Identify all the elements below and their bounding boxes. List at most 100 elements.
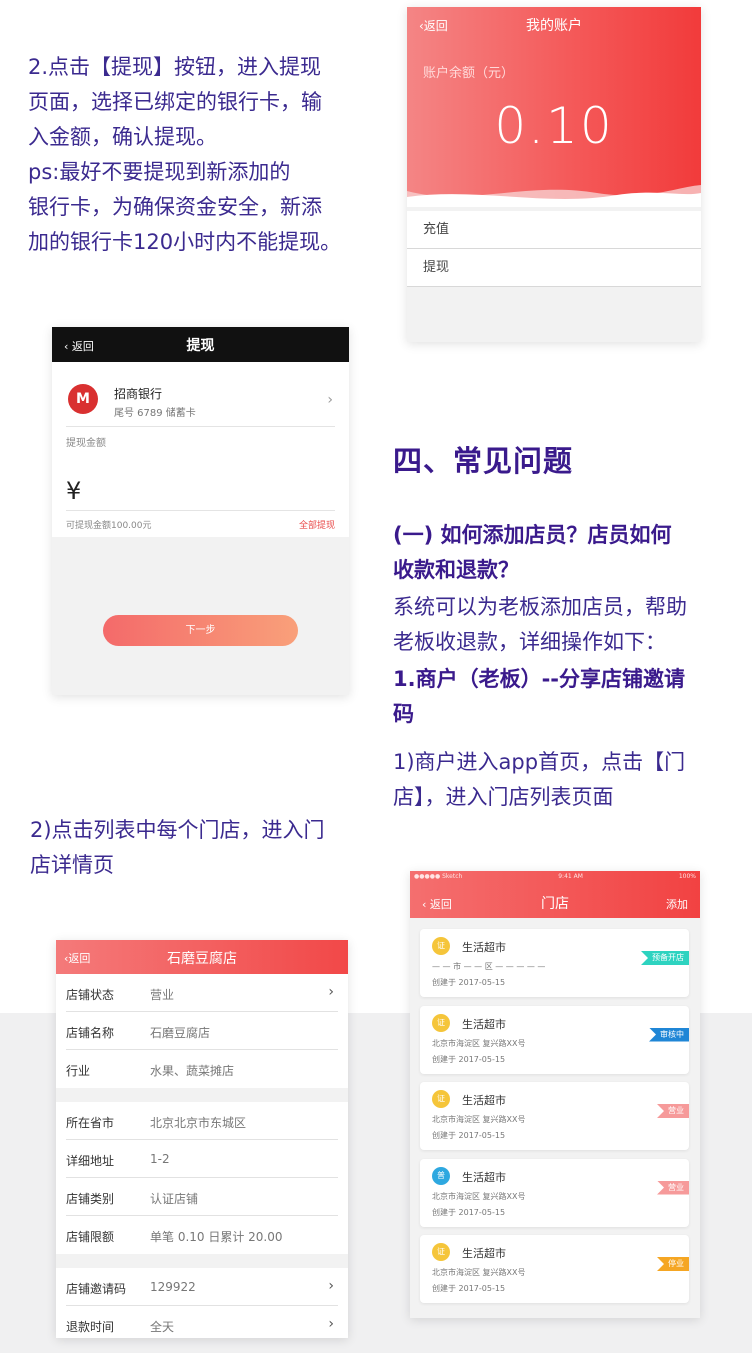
- amount-input[interactable]: ¥: [66, 477, 81, 505]
- store-created-date: 创建于 2017-05-15: [432, 978, 506, 987]
- detail-key: 退款时间: [66, 1320, 115, 1334]
- store-detail-screen: ‹返回 石磨豆腐店 店铺状态 营业 › 店铺名称 石磨豆腐店 行业 水果、蔬菜摊店 所在省市…: [56, 940, 348, 1338]
- card-info: 尾号 6789 储蓄卡: [114, 408, 196, 419]
- withdraw-row[interactable]: 提现: [407, 249, 701, 287]
- withdraw-all-link[interactable]: 全部提现: [299, 518, 335, 531]
- detail-row: 店铺限额 单笔 0.10 日累计 20.00: [66, 1216, 338, 1254]
- account-screen: ‹返回 我的账户 账户余额（元） 0.10 充值 提现: [407, 7, 701, 342]
- detail-group-address: 所在省市 北京北京市东城区详细地址 1-2 店铺类别 认证店铺店铺限额 单笔 0.10 日…: [56, 1102, 348, 1254]
- section-title: 四、常见问题: [393, 444, 574, 478]
- store-card[interactable]: 证生活超市北京市海淀区 复兴路XX号 创建于 2017-05-15 营业: [420, 1082, 689, 1150]
- store-created-date: 创建于 2017-05-15: [432, 1207, 506, 1217]
- detail-row: 行业 水果、蔬菜摊店: [66, 1050, 338, 1088]
- chevron-right-icon[interactable]: ›: [328, 1316, 334, 1332]
- wave-decoration: [407, 185, 701, 207]
- carrier-label: ●●●●● Sketch: [414, 873, 463, 880]
- store-created-date: 创建于 2017-05-15: [432, 1284, 506, 1293]
- store-name: 生活超市: [462, 1247, 506, 1260]
- faq-step1: 1.商户（老板）--分享店铺邀请 码: [393, 662, 733, 732]
- detail-row[interactable]: 店铺邀请码 129922 ›: [66, 1268, 338, 1306]
- store-card[interactable]: 普生活超市北京市海淀区 复兴路XX号 创建于 2017-05-15 营业: [420, 1158, 689, 1227]
- detail-key: 所在省市: [66, 1116, 115, 1130]
- balance-label: 账户余额（元）: [423, 66, 515, 81]
- store-address: 北京市海淀区 复兴路XX号: [432, 1038, 526, 1048]
- status-badge: 营业: [657, 1180, 689, 1195]
- page-title: 门店: [541, 896, 569, 912]
- balance-amount: 0.10: [494, 97, 614, 155]
- divider: [66, 510, 335, 511]
- faq-substep1: 1)商户进入app首页，点击【门 店】，进入门店列表页面: [393, 745, 733, 815]
- detail-value: 全天: [150, 1320, 175, 1334]
- chevron-right-icon[interactable]: ›: [327, 392, 333, 408]
- store-address: — — 市 — — 区 — — — — —: [432, 962, 546, 971]
- store-badge-icon: 普: [432, 1166, 450, 1185]
- text-line: 系统可以为老板添加店员，帮助: [393, 595, 687, 619]
- chevron-right-icon[interactable]: ›: [328, 984, 334, 1000]
- text-line: 店详情页: [30, 853, 114, 877]
- detail-row: 店铺类别 认证店铺: [66, 1178, 338, 1216]
- status-badge: 营业: [657, 1104, 689, 1118]
- status-bar: ●●●●● Sketch 9:41 AM 100%: [414, 873, 696, 880]
- account-header: ‹返回 我的账户 账户余额（元） 0.10: [407, 7, 701, 207]
- text-line: 页面，选择已绑定的银行卡，输: [28, 90, 322, 114]
- store-created-date: 创建于 2017-05-15: [432, 1131, 506, 1140]
- detail-row: 店铺名称 石磨豆腐店: [66, 1012, 338, 1050]
- status-badge: 预备开店: [641, 951, 689, 965]
- text-line: 银行卡，为确保资金安全，新添: [28, 195, 322, 219]
- store-badge-icon: 证: [432, 1090, 450, 1108]
- amount-label: 提现金额: [66, 438, 106, 449]
- text-line: 店】，进入门店列表页面: [393, 785, 614, 809]
- available-amount: 可提现金额100.00元: [66, 521, 152, 531]
- store-address: 北京市海淀区 复兴路XX号: [432, 1115, 526, 1124]
- detail-key: 行业: [66, 1064, 91, 1078]
- status-badge: 停业: [657, 1257, 689, 1271]
- detail-value: 129922: [150, 1280, 196, 1294]
- next-button[interactable]: 下一步: [103, 615, 298, 646]
- detail-row[interactable]: 退款时间 全天 ›: [66, 1306, 338, 1338]
- detail-row: 详细地址 1-2: [66, 1140, 338, 1178]
- detail-key: 店铺限额: [66, 1230, 115, 1244]
- store-card[interactable]: 证生活超市 — — 市 — — 区 — — — — — 创建于 2017-05-15…: [420, 929, 689, 997]
- add-store-button[interactable]: 添加: [666, 896, 688, 912]
- text-line: 码: [393, 702, 414, 726]
- store-card[interactable]: 证生活超市北京市海淀区 复兴路XX号 创建于 2017-05-15 停业: [420, 1235, 689, 1303]
- store-badge-icon: 证: [432, 1243, 450, 1261]
- text-line: ps:最好不要提现到新添加的: [28, 160, 291, 184]
- nav-bar: ‹ 返回 提现: [52, 327, 349, 362]
- store-created-date: 创建于 2017-05-15: [432, 1054, 506, 1064]
- faq-answer: 系统可以为老板添加店员，帮助 老板收退款，详细操作如下：: [393, 590, 733, 660]
- bank-name[interactable]: 招商银行: [114, 385, 162, 402]
- detail-row: 所在省市 北京北京市东城区: [66, 1102, 338, 1140]
- detail-value: 认证店铺: [150, 1192, 199, 1206]
- page-title: 提现: [186, 338, 215, 354]
- detail-value: 北京北京市东城区: [150, 1116, 247, 1130]
- status-badge: 审核中: [649, 1027, 689, 1042]
- page-title: 我的账户: [526, 18, 582, 34]
- text-line: 1.商户（老板）--分享店铺邀请: [393, 667, 686, 691]
- text-line: (一) 如何添加店员？店员如何: [393, 523, 672, 547]
- store-address: 北京市海淀区 复兴路XX号: [432, 1268, 526, 1277]
- nav-bar: ●●●●● Sketch 9:41 AM 100% ‹ 返回 门店 添加: [410, 871, 700, 918]
- detail-key: 店铺状态: [66, 988, 115, 1002]
- withdraw-form: M 招商银行 尾号 6789 储蓄卡 › 提现金额 ¥ 可提现金额100.00元…: [52, 362, 349, 537]
- detail-key: 详细地址: [66, 1154, 115, 1168]
- detail-key: 店铺类别: [66, 1192, 115, 1206]
- recharge-row[interactable]: 充值: [407, 211, 701, 249]
- bank-logo-icon: M: [68, 384, 98, 414]
- detail-row[interactable]: 店铺状态 营业 ›: [66, 974, 338, 1012]
- store-address: 北京市海淀区 复兴路XX号: [432, 1191, 526, 1201]
- store-name: 生活超市: [462, 1094, 506, 1107]
- detail-value: 1-2: [150, 1152, 170, 1166]
- battery-label: 100%: [678, 873, 696, 880]
- store-card[interactable]: 证生活超市 北京市海淀区 复兴路XX号 创建于 2017-05-15 审核中: [420, 1005, 689, 1074]
- chevron-right-icon[interactable]: ›: [328, 1278, 334, 1294]
- store-name: 生活超市: [462, 1170, 506, 1184]
- store-name: 生活超市: [462, 1017, 506, 1031]
- clock: 9:41 AM: [558, 873, 583, 880]
- detail-value: 营业: [150, 988, 175, 1002]
- text-line: 入金额，确认提现。: [28, 125, 217, 149]
- detail-key: 店铺名称: [66, 1026, 115, 1040]
- store-name: 生活超市: [462, 941, 506, 954]
- text-line: 收款和退款？: [393, 558, 519, 582]
- divider: [66, 426, 335, 427]
